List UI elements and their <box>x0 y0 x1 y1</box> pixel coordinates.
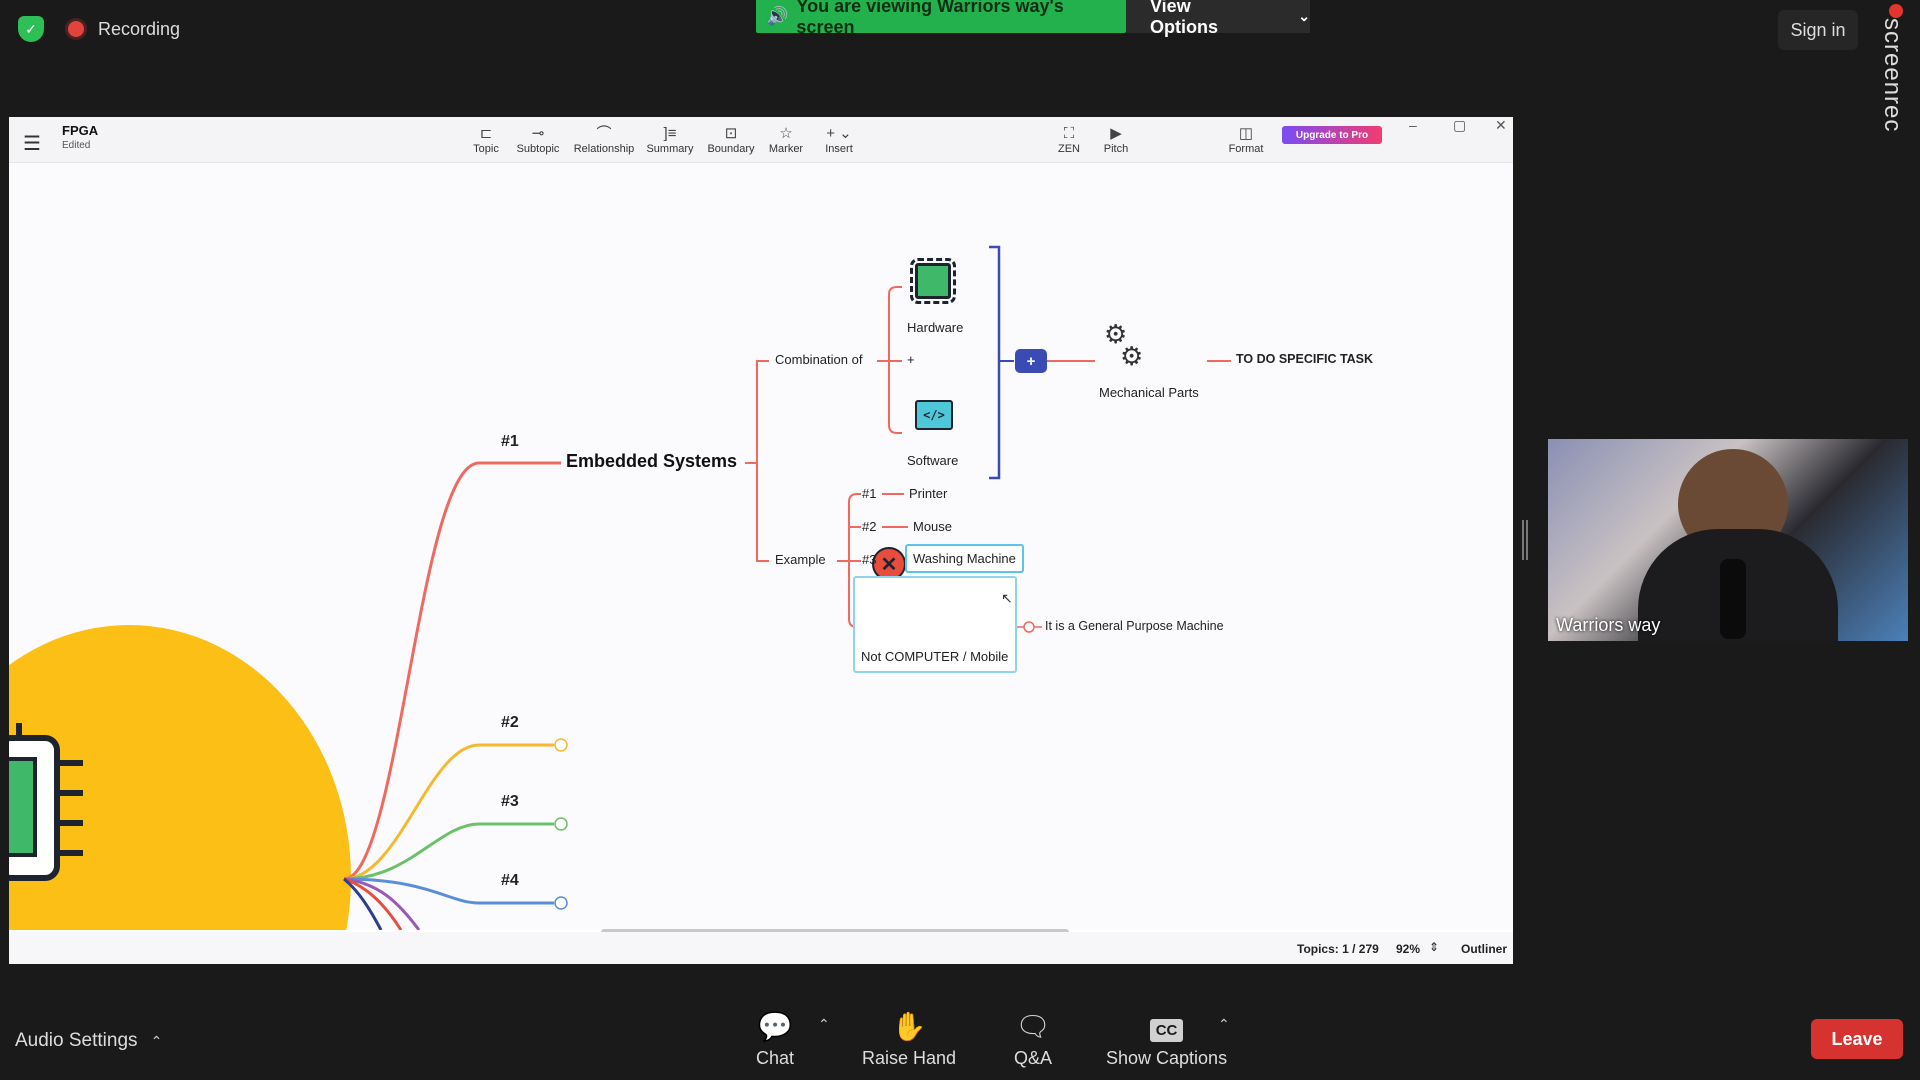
mouse-cursor-icon: ↖ <box>1001 590 1013 606</box>
document-status: Edited <box>62 140 91 151</box>
show-captions-button[interactable]: CC Show Captions <box>1106 1010 1227 1069</box>
close-icon[interactable]: ✕ <box>1495 117 1507 134</box>
mindmap-connectors <box>9 245 1231 930</box>
summary-bracket <box>989 245 1001 480</box>
participant-name: Warriors way <box>1556 615 1661 635</box>
topic-software[interactable]: Software <box>907 453 958 468</box>
chip-hardware-icon <box>910 258 956 304</box>
code-software-icon: </> <box>915 400 953 430</box>
sign-in-button[interactable]: Sign in <box>1778 10 1858 50</box>
topic-icon: ⊏ <box>479 125 493 142</box>
view-options-label: View Options <box>1150 0 1218 37</box>
central-topic-blob <box>9 625 351 930</box>
toolbar-summary-button[interactable]: ]≡ Summary <box>639 119 701 161</box>
recording-dot-icon <box>68 21 84 37</box>
chat-bubble-icon: 💬 <box>757 1011 793 1042</box>
branch-1-number[interactable]: #1 <box>501 433 519 451</box>
branch-4-number[interactable]: #4 <box>501 872 519 890</box>
branch-3-number[interactable]: #3 <box>501 793 519 811</box>
chat-button[interactable]: 💬 Chat <box>756 1010 794 1069</box>
caret-up-icon: ⌃ <box>142 1033 163 1049</box>
app-toolbar: ☰ FPGA Edited ⊏ Topic ⊸ Subtopic ⌒ Relat… <box>9 117 1513 163</box>
example-printer[interactable]: Printer <box>909 486 947 501</box>
qa-bubbles-icon: 🗨 <box>1015 1011 1051 1042</box>
toolbar-subtopic-button[interactable]: ⊸ Subtopic <box>507 119 569 161</box>
recording-label[interactable]: Recording <box>98 19 180 40</box>
example-washing-machine-selected[interactable]: Washing Machine <box>905 544 1024 573</box>
example-3-number[interactable]: #3 <box>862 552 876 567</box>
viewing-banner-text: You are viewing Warriors way's screen <box>796 0 1064 37</box>
captions-options-caret-icon[interactable]: ⌃ <box>1218 1016 1230 1033</box>
star-icon: ☆ <box>779 125 793 142</box>
chevron-down-icon: ⌄ <box>1298 8 1310 24</box>
branch-2-line <box>343 743 554 881</box>
closed-captions-icon: CC <box>1149 1010 1184 1042</box>
view-options-button[interactable]: View Options ⌄ <box>1126 0 1310 37</box>
topic-specific-task[interactable]: TO DO SPECIFIC TASK <box>1236 352 1373 366</box>
fullscreen-icon: ⛶ <box>1063 125 1075 142</box>
summary-plus-node[interactable]: + <box>1015 349 1047 373</box>
relationship-general-purpose[interactable]: It is a General Purpose Machine <box>1045 619 1224 633</box>
hand-icon: ✋ <box>891 1011 927 1042</box>
maximize-icon[interactable]: ▢ <box>1453 117 1466 134</box>
qa-button[interactable]: 🗨 Q&A <box>1014 1010 1052 1069</box>
security-shield-icon[interactable]: ✓ <box>18 16 44 42</box>
plus-icon: + ⌄ <box>826 125 852 142</box>
gears-icon: ⚙ ⚙ <box>1104 319 1144 371</box>
branch-2-number[interactable]: #2 <box>501 714 519 732</box>
toolbar-boundary-button[interactable]: ⊡ Boundary <box>700 119 762 161</box>
participant-video-tile[interactable]: Warriors way <box>1548 439 1908 641</box>
microphone-icon <box>1720 559 1746 639</box>
viewing-screen-banner: 🔊 You are viewing Warriors way's screen <box>756 0 1126 37</box>
topic-example[interactable]: Example <box>775 552 826 567</box>
topics-count: Topics: 1 / 279 <box>1297 942 1379 956</box>
topic-plus-sign[interactable]: + <box>907 352 915 367</box>
branch-1-line <box>343 461 561 881</box>
boundary-icon: ⊡ <box>724 125 738 142</box>
zoom-stepper-icon[interactable]: ⇕ <box>1429 940 1439 954</box>
speaker-icon: 🔊 <box>766 6 789 26</box>
menu-icon[interactable]: ☰ <box>23 131 41 156</box>
summary-icon: ]≡ <box>663 125 677 142</box>
outliner-button[interactable]: Outliner <box>1461 942 1507 956</box>
upgrade-to-pro-button[interactable]: Upgrade to Pro <box>1282 126 1382 144</box>
play-screen-icon: ▶ <box>1110 125 1122 142</box>
chat-options-caret-icon[interactable]: ⌃ <box>818 1016 830 1033</box>
topic-mechanical-parts[interactable]: Mechanical Parts <box>1099 385 1199 400</box>
topic-combination-of[interactable]: Combination of <box>775 352 862 367</box>
toolbar-insert-button[interactable]: + ⌄ Insert <box>808 119 870 161</box>
status-bar: Topics: 1 / 279 92% ⇕ Outliner <box>9 932 1513 964</box>
document-title: FPGA <box>62 123 99 138</box>
shared-app-window: ☰ FPGA Edited ⊏ Topic ⊸ Subtopic ⌒ Relat… <box>9 117 1513 964</box>
subtopic-icon: ⊸ <box>531 125 545 142</box>
panel-resize-handle[interactable] <box>1522 520 1528 560</box>
example-2-number[interactable]: #2 <box>862 519 876 534</box>
format-panel-icon: ◫ <box>1238 125 1254 142</box>
mindmap-canvas[interactable]: </> ⚙ ⚙ + ✕ #1 #2 #3 #4 Embedded Systems … <box>9 163 1513 930</box>
topic-hardware[interactable]: Hardware <box>907 320 963 335</box>
zoom-level[interactable]: 92% <box>1396 942 1420 956</box>
example-mouse[interactable]: Mouse <box>913 519 952 534</box>
relationship-icon: ⌒ <box>596 125 612 142</box>
audio-settings-button[interactable]: Audio Settings ⌃ <box>15 1030 162 1052</box>
screenrec-record-icon <box>1889 4 1903 18</box>
minimize-icon[interactable]: – <box>1409 117 1417 133</box>
zoom-top-bar: ✓ Recording 🔊 You are viewing Warriors w… <box>0 0 1920 132</box>
toolbar-format-button[interactable]: ◫ Format <box>1215 119 1277 161</box>
note-not-computer[interactable]: Not COMPUTER / Mobile <box>861 649 1008 664</box>
main-topic-embedded-systems[interactable]: Embedded Systems <box>566 451 737 472</box>
leave-button[interactable]: Leave <box>1811 1019 1903 1059</box>
toolbar-pitch-button[interactable]: ▶ Pitch <box>1085 119 1147 161</box>
screenrec-watermark: screenrec <box>1879 18 1906 133</box>
example-1-number[interactable]: #1 <box>862 486 876 501</box>
toolbar-relationship-button[interactable]: ⌒ Relationship <box>573 119 635 161</box>
raise-hand-button[interactable]: ✋ Raise Hand <box>862 1010 956 1069</box>
